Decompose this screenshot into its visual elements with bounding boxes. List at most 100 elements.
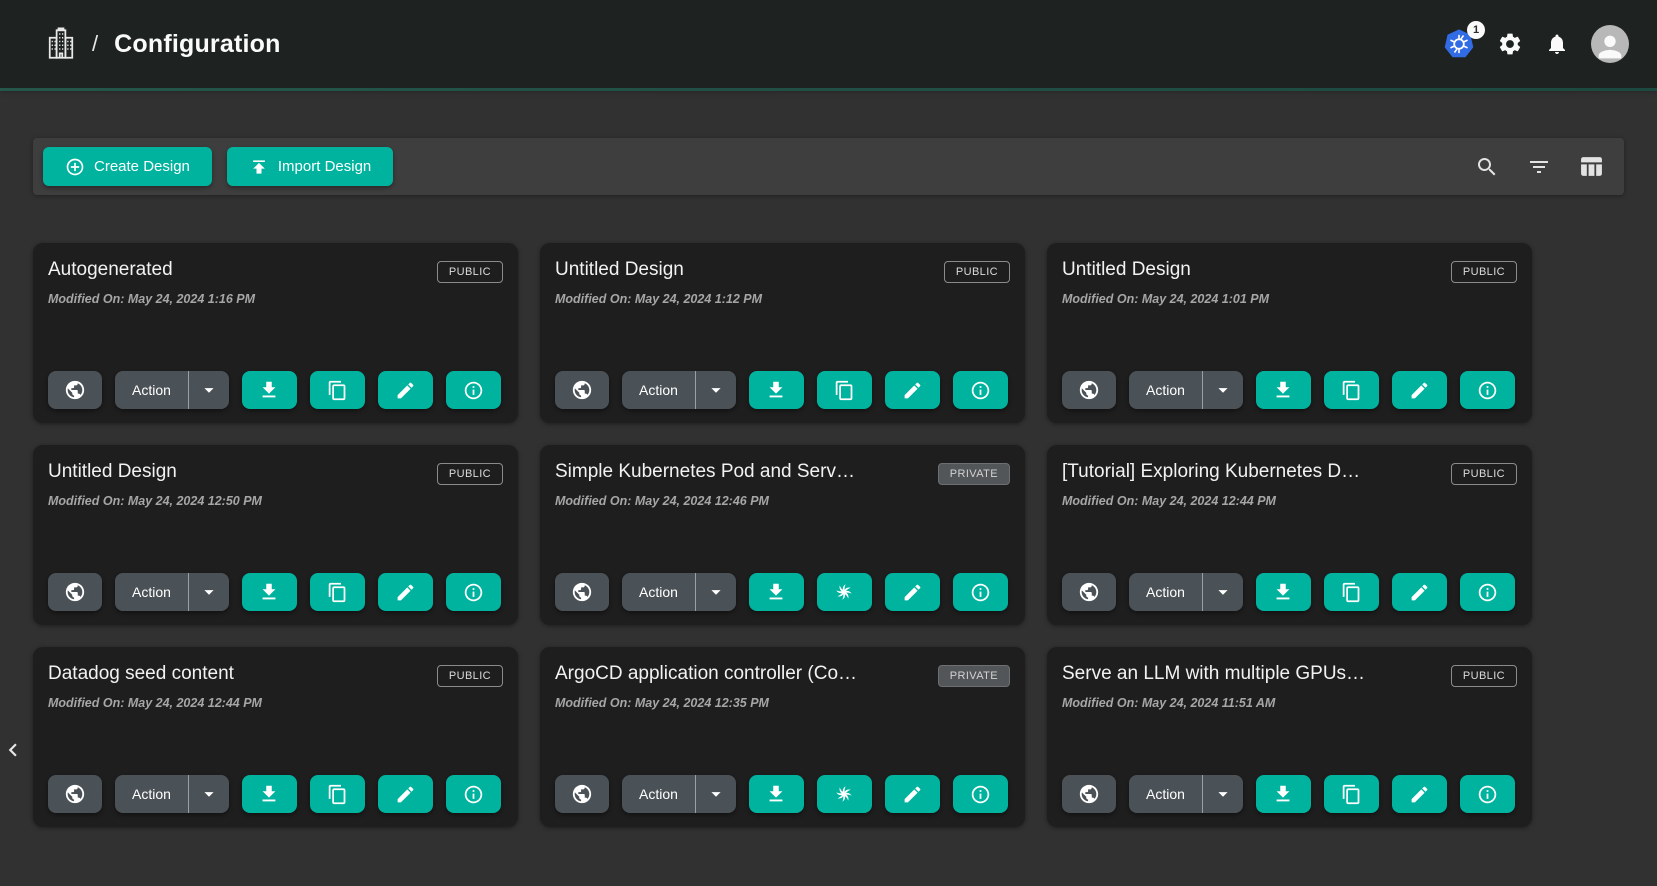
action-button[interactable]: Action — [115, 775, 189, 813]
visibility-badge: PUBLIC — [437, 665, 503, 687]
action-button[interactable]: Action — [1129, 573, 1203, 611]
clone-button[interactable] — [817, 371, 872, 409]
card-action-row: Action — [1062, 775, 1517, 813]
action-dropdown-toggle[interactable] — [189, 775, 229, 813]
visibility-globe-button[interactable] — [555, 371, 609, 409]
notifications-button[interactable] — [1545, 32, 1569, 56]
design-title: ArgoCD application controller (Co… — [555, 663, 857, 685]
building-icon — [46, 27, 76, 61]
visibility-globe-button[interactable] — [48, 573, 102, 611]
action-dropdown-toggle[interactable] — [696, 775, 736, 813]
edit-button[interactable] — [885, 371, 940, 409]
action-button[interactable]: Action — [115, 573, 189, 611]
edit-button[interactable] — [378, 573, 433, 611]
navbar: / Configuration 1 — [0, 0, 1657, 88]
design-card: Untitled Design PUBLIC Modified On: May … — [1047, 243, 1532, 423]
edit-pencil-icon — [1409, 380, 1430, 401]
filter-button[interactable] — [1523, 151, 1555, 183]
design-spiral-button[interactable] — [817, 573, 872, 611]
user-avatar[interactable] — [1591, 25, 1629, 63]
download-button[interactable] — [1256, 371, 1311, 409]
visibility-globe-button[interactable] — [555, 573, 609, 611]
edit-button[interactable] — [378, 371, 433, 409]
action-dropdown-toggle[interactable] — [696, 573, 736, 611]
design-card: Datadog seed content PUBLIC Modified On:… — [33, 647, 518, 827]
modified-on-text: Modified On: May 24, 2024 1:01 PM — [1062, 292, 1517, 306]
clone-button[interactable] — [310, 371, 365, 409]
download-icon — [765, 581, 787, 603]
upload-publish-icon — [249, 157, 269, 177]
kubernetes-context-button[interactable]: 1 — [1443, 28, 1475, 60]
clone-icon — [834, 380, 855, 401]
download-button[interactable] — [749, 775, 804, 813]
info-button[interactable] — [1460, 371, 1515, 409]
download-button[interactable] — [242, 775, 297, 813]
modified-on-text: Modified On: May 24, 2024 12:44 PM — [1062, 494, 1517, 508]
design-card: Untitled Design PUBLIC Modified On: May … — [33, 445, 518, 625]
info-button[interactable] — [1460, 775, 1515, 813]
clone-button[interactable] — [310, 573, 365, 611]
import-design-button[interactable]: Import Design — [227, 147, 393, 186]
action-button[interactable]: Action — [115, 371, 189, 409]
info-button[interactable] — [953, 573, 1008, 611]
action-dropdown-toggle[interactable] — [696, 371, 736, 409]
visibility-globe-button[interactable] — [555, 775, 609, 813]
action-dropdown-toggle[interactable] — [189, 573, 229, 611]
action-dropdown-toggle[interactable] — [189, 371, 229, 409]
action-button[interactable]: Action — [1129, 775, 1203, 813]
page-title: Configuration — [114, 30, 280, 59]
info-button[interactable] — [446, 775, 501, 813]
info-button[interactable] — [446, 573, 501, 611]
clone-button[interactable] — [1324, 775, 1379, 813]
settings-button[interactable] — [1497, 31, 1523, 57]
download-button[interactable] — [749, 573, 804, 611]
download-button[interactable] — [749, 371, 804, 409]
action-button[interactable]: Action — [622, 775, 696, 813]
info-icon — [1477, 784, 1498, 805]
edit-button[interactable] — [1392, 371, 1447, 409]
visibility-globe-button[interactable] — [48, 371, 102, 409]
edit-button[interactable] — [1392, 573, 1447, 611]
edit-button[interactable] — [885, 775, 940, 813]
clone-button[interactable] — [1324, 371, 1379, 409]
edit-button[interactable] — [1392, 775, 1447, 813]
table-view-button[interactable] — [1575, 150, 1608, 183]
org-logo-button[interactable] — [46, 27, 76, 61]
gear-icon — [1497, 31, 1523, 57]
visibility-globe-button[interactable] — [48, 775, 102, 813]
download-button[interactable] — [1256, 775, 1311, 813]
edit-pencil-icon — [1409, 784, 1430, 805]
search-icon — [1475, 155, 1499, 179]
edit-button[interactable] — [885, 573, 940, 611]
design-spiral-icon — [832, 580, 856, 604]
info-button[interactable] — [953, 775, 1008, 813]
create-design-button[interactable]: Create Design — [43, 147, 212, 186]
info-button[interactable] — [1460, 573, 1515, 611]
clone-button[interactable] — [310, 775, 365, 813]
design-spiral-button[interactable] — [817, 775, 872, 813]
visibility-globe-button[interactable] — [1062, 371, 1116, 409]
search-button[interactable] — [1471, 151, 1503, 183]
info-button[interactable] — [446, 371, 501, 409]
clone-icon — [1341, 380, 1362, 401]
action-dropdown-toggle[interactable] — [1203, 573, 1243, 611]
drawer-collapse-button[interactable] — [0, 733, 20, 767]
caret-down-icon — [198, 581, 220, 603]
globe-icon — [571, 581, 593, 603]
download-button[interactable] — [1256, 573, 1311, 611]
visibility-globe-button[interactable] — [1062, 573, 1116, 611]
action-button[interactable]: Action — [622, 371, 696, 409]
breadcrumb-separator: / — [92, 31, 98, 57]
edit-button[interactable] — [378, 775, 433, 813]
action-button[interactable]: Action — [622, 573, 696, 611]
globe-icon — [571, 783, 593, 805]
visibility-globe-button[interactable] — [1062, 775, 1116, 813]
action-dropdown-toggle[interactable] — [1203, 371, 1243, 409]
clone-button[interactable] — [1324, 573, 1379, 611]
action-button[interactable]: Action — [1129, 371, 1203, 409]
download-button[interactable] — [242, 573, 297, 611]
info-button[interactable] — [953, 371, 1008, 409]
design-title: [Tutorial] Exploring Kubernetes D… — [1062, 461, 1360, 483]
download-button[interactable] — [242, 371, 297, 409]
action-dropdown-toggle[interactable] — [1203, 775, 1243, 813]
